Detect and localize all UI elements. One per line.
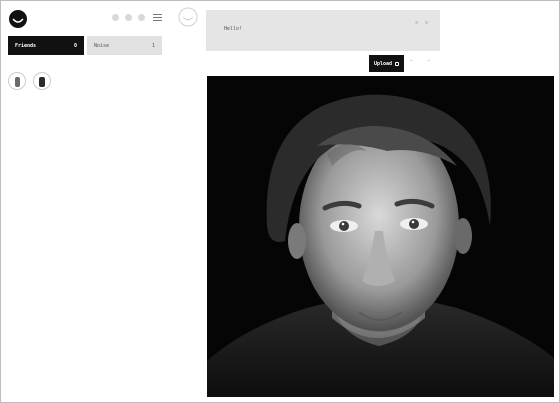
tab-noise-count: 1 <box>151 42 155 49</box>
post-composer[interactable]: x x <box>206 10 440 51</box>
tab-friends[interactable]: Friends 0 <box>8 36 84 55</box>
avatar[interactable] <box>33 72 51 90</box>
clip-icon <box>395 61 400 66</box>
prev-arrow-icon[interactable]: ← <box>410 57 414 64</box>
friend-avatars <box>8 72 51 90</box>
sidebar: Friends 0 Noise 1 <box>1 1 170 402</box>
main-panel: x x Upload ← → <box>172 1 559 402</box>
carousel-arrows: ← → <box>410 57 430 64</box>
uploaded-photo <box>207 76 554 397</box>
header-icons <box>112 14 162 21</box>
tab-noise-label: Noise <box>94 42 110 49</box>
composer-close-icons[interactable]: x x <box>415 20 430 26</box>
search-icon[interactable] <box>125 14 132 21</box>
menu-icon[interactable] <box>153 14 162 21</box>
tab-friends-count: 0 <box>73 42 77 49</box>
ello-logo-icon[interactable] <box>9 10 27 28</box>
discover-icon[interactable] <box>112 14 119 21</box>
post-text-input[interactable] <box>224 24 374 34</box>
notifications-icon[interactable] <box>138 14 145 21</box>
next-arrow-icon[interactable]: → <box>427 57 431 64</box>
upload-button[interactable]: Upload <box>369 55 404 72</box>
avatar[interactable] <box>8 72 26 90</box>
user-avatar-icon[interactable] <box>178 7 198 27</box>
tab-friends-label: Friends <box>15 42 37 49</box>
portrait-image <box>207 76 554 397</box>
tab-noise[interactable]: Noise 1 <box>87 36 162 55</box>
upload-label: Upload <box>373 60 393 67</box>
